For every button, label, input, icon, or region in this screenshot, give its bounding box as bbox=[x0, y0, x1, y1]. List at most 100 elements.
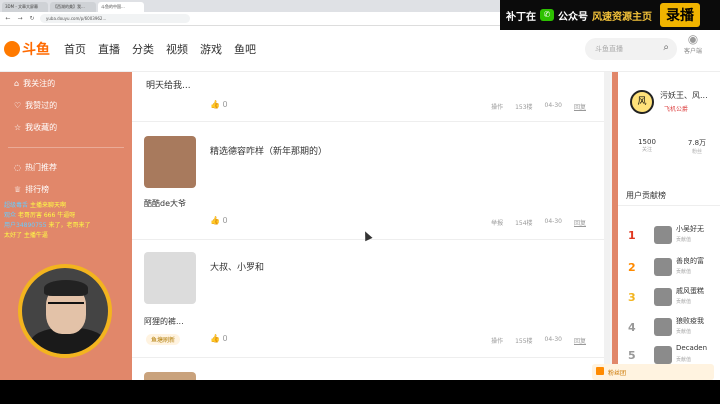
post-meta: 举报 154楼 04-30 回复 bbox=[491, 218, 586, 227]
rank-sub: 贡献值 bbox=[676, 357, 692, 363]
post-meta: 操作 153楼 04-30 回复 bbox=[491, 102, 586, 111]
list-item: 明天给我... 👍 0 操作 153楼 04-30 回复 bbox=[132, 72, 610, 122]
home-icon: ⌂ bbox=[14, 78, 20, 88]
like-button[interactable]: 👍 0 bbox=[210, 100, 228, 109]
rank-number: 3 bbox=[628, 291, 636, 304]
search-input[interactable]: 斗鱼直播 ⌕ bbox=[585, 38, 677, 60]
post-text: 精选德容咋样（新年那期的） bbox=[210, 147, 328, 157]
scrollbar[interactable] bbox=[604, 72, 610, 380]
browser-tab[interactable]: 【西湖的美】我... bbox=[50, 2, 96, 12]
nav-video[interactable]: 视频 bbox=[166, 41, 188, 57]
stat-follow[interactable]: 1500 关注 bbox=[632, 138, 662, 153]
like-button[interactable]: 👍 0 bbox=[210, 334, 228, 343]
fans-club-label: 粉丝团 bbox=[608, 370, 627, 377]
chat-name: 观众 bbox=[4, 212, 17, 219]
forward-icon[interactable]: → bbox=[16, 15, 24, 22]
fire-icon: ◌ bbox=[14, 162, 21, 172]
stream-banner: 补丁在 ✆ 公众号 风速资源主页 录播 bbox=[500, 0, 720, 30]
avatar bbox=[654, 288, 672, 306]
rank-name: 狼败疫我 bbox=[676, 317, 704, 325]
recording-label: 录播 bbox=[660, 3, 700, 27]
rank-item[interactable]: 4 狼败疫我 贡献值 bbox=[624, 314, 720, 342]
back-icon[interactable]: ← bbox=[4, 15, 12, 22]
rank-name: Decaden bbox=[676, 344, 708, 352]
client-download[interactable]: ◉ 客户端 bbox=[684, 32, 702, 55]
fans-club-button[interactable]: 粉丝团 bbox=[592, 364, 714, 380]
chat-message: 观众 老哥厉害 666 牛逼呀 bbox=[0, 210, 260, 220]
webcam-hair bbox=[44, 280, 88, 296]
chat-message: 太好了 主播牛逼 bbox=[0, 230, 260, 240]
avatar bbox=[654, 346, 672, 364]
sidebar-item-hot[interactable]: ◌ 热门推荐 bbox=[0, 156, 132, 178]
reply-link[interactable]: 回复 bbox=[574, 102, 586, 111]
rank-item[interactable]: 2 善良的富 贡献值 bbox=[624, 254, 720, 282]
browser-tab-active[interactable]: 斗鱼的中国... bbox=[98, 2, 144, 12]
streamer-webcam bbox=[18, 264, 112, 358]
avatar bbox=[654, 318, 672, 336]
sidebar-item-label: 我关注的 bbox=[23, 78, 56, 88]
nav-category[interactable]: 分类 bbox=[132, 41, 154, 57]
avatar bbox=[654, 258, 672, 276]
nav-live[interactable]: 直播 bbox=[98, 41, 120, 57]
sidebar-item-label: 排行榜 bbox=[25, 184, 50, 194]
stat-value: 1500 bbox=[638, 138, 656, 146]
rank-sub: 贡献值 bbox=[676, 329, 692, 335]
search-placeholder: 斗鱼直播 bbox=[595, 45, 623, 53]
report-link[interactable]: 举报 bbox=[491, 218, 503, 227]
like-count: 0 bbox=[222, 100, 228, 109]
post-image[interactable] bbox=[144, 252, 196, 304]
sidebar-item-ranking[interactable]: ♕ 排行榜 bbox=[0, 178, 132, 200]
post-date: 04-30 bbox=[544, 218, 562, 225]
logo-icon bbox=[4, 40, 20, 57]
sidebar-item-following[interactable]: ⌂ 我关注的 bbox=[0, 72, 132, 94]
rank-item[interactable]: 3 戚风蛋糕 贡献值 bbox=[624, 284, 720, 312]
chat-text: 来了，老哥来了 bbox=[48, 222, 91, 229]
fans-icon bbox=[596, 367, 604, 375]
nav-game[interactable]: 游戏 bbox=[200, 41, 222, 57]
site-logo[interactable]: 斗鱼 bbox=[4, 37, 58, 61]
rank-name: 善良的富 bbox=[676, 257, 704, 265]
sidebar-item-liked[interactable]: ♡ 我赞过的 bbox=[0, 94, 132, 116]
sidebar-item-label: 热门推荐 bbox=[24, 162, 57, 172]
post-image[interactable] bbox=[144, 136, 196, 188]
stat-fans[interactable]: 7.8万 粉丝 bbox=[682, 138, 712, 155]
stat-value: 7.8万 bbox=[687, 139, 707, 147]
nav-home[interactable]: 首页 bbox=[64, 41, 86, 57]
chat-message: 超级毒舌 主播来聊天啊 bbox=[0, 200, 260, 210]
sidebar-item-collected[interactable]: ☆ 我收藏的 bbox=[0, 116, 132, 138]
chat-name: 超级毒舌 bbox=[4, 202, 29, 209]
rank-number: 4 bbox=[628, 321, 636, 334]
user-name[interactable]: 污妖王、风... bbox=[660, 90, 708, 101]
rank-number: 5 bbox=[628, 349, 636, 362]
list-item: 大叔、小罗和 阿狸的裤... 鱼塘刷新 👍 0 操作 155楼 04-30 回复 bbox=[132, 240, 610, 358]
post-date: 04-30 bbox=[544, 102, 562, 109]
chat-text: 太好了 主播牛逼 bbox=[4, 232, 48, 239]
right-panel: 风 污妖王、风... 飞机公爵 1500 关注 7.8万 粉丝 用户贡献榜 1 … bbox=[612, 72, 720, 380]
user-icon: ◉ bbox=[687, 32, 699, 46]
post-image[interactable] bbox=[144, 372, 196, 380]
reply-link[interactable]: 回复 bbox=[574, 336, 586, 345]
star-icon: ☆ bbox=[14, 122, 22, 132]
post-text: 大叔、小罗和 bbox=[210, 263, 265, 273]
banner-middle: 公众号 bbox=[558, 11, 588, 23]
user-avatar[interactable]: 风 bbox=[630, 90, 654, 114]
nav-yuba[interactable]: 鱼吧 bbox=[234, 41, 256, 57]
logo-text: 斗鱼 bbox=[22, 41, 50, 58]
rank-item[interactable]: 1 小吴好无 贡献值 bbox=[624, 222, 720, 250]
action-menu[interactable]: 操作 bbox=[491, 336, 503, 345]
danmaku-overlay: 超级毒舌 主播来聊天啊 观众 老哥厉害 666 牛逼呀 用户34890755 来… bbox=[0, 200, 260, 240]
post-author[interactable]: 阿狸的裤... bbox=[144, 316, 184, 327]
trophy-icon: ♕ bbox=[14, 184, 22, 194]
thumb-icon: ♡ bbox=[14, 100, 22, 110]
reply-link[interactable]: 回复 bbox=[574, 218, 586, 227]
client-label: 客户端 bbox=[684, 48, 703, 55]
avatar bbox=[654, 226, 672, 244]
post-date: 04-30 bbox=[544, 336, 562, 343]
reload-icon[interactable]: ↻ bbox=[28, 15, 36, 22]
url-input[interactable]: yuba.douyu.com/p/6003962... bbox=[40, 14, 190, 23]
stat-label: 关注 bbox=[641, 147, 652, 153]
action-menu[interactable]: 操作 bbox=[491, 102, 503, 111]
browser-tab[interactable]: 3DM - 文章大屏幕 bbox=[2, 2, 48, 12]
user-badge: 鱼塘刷新 bbox=[146, 334, 181, 345]
search-icon[interactable]: ⌕ bbox=[663, 42, 669, 53]
